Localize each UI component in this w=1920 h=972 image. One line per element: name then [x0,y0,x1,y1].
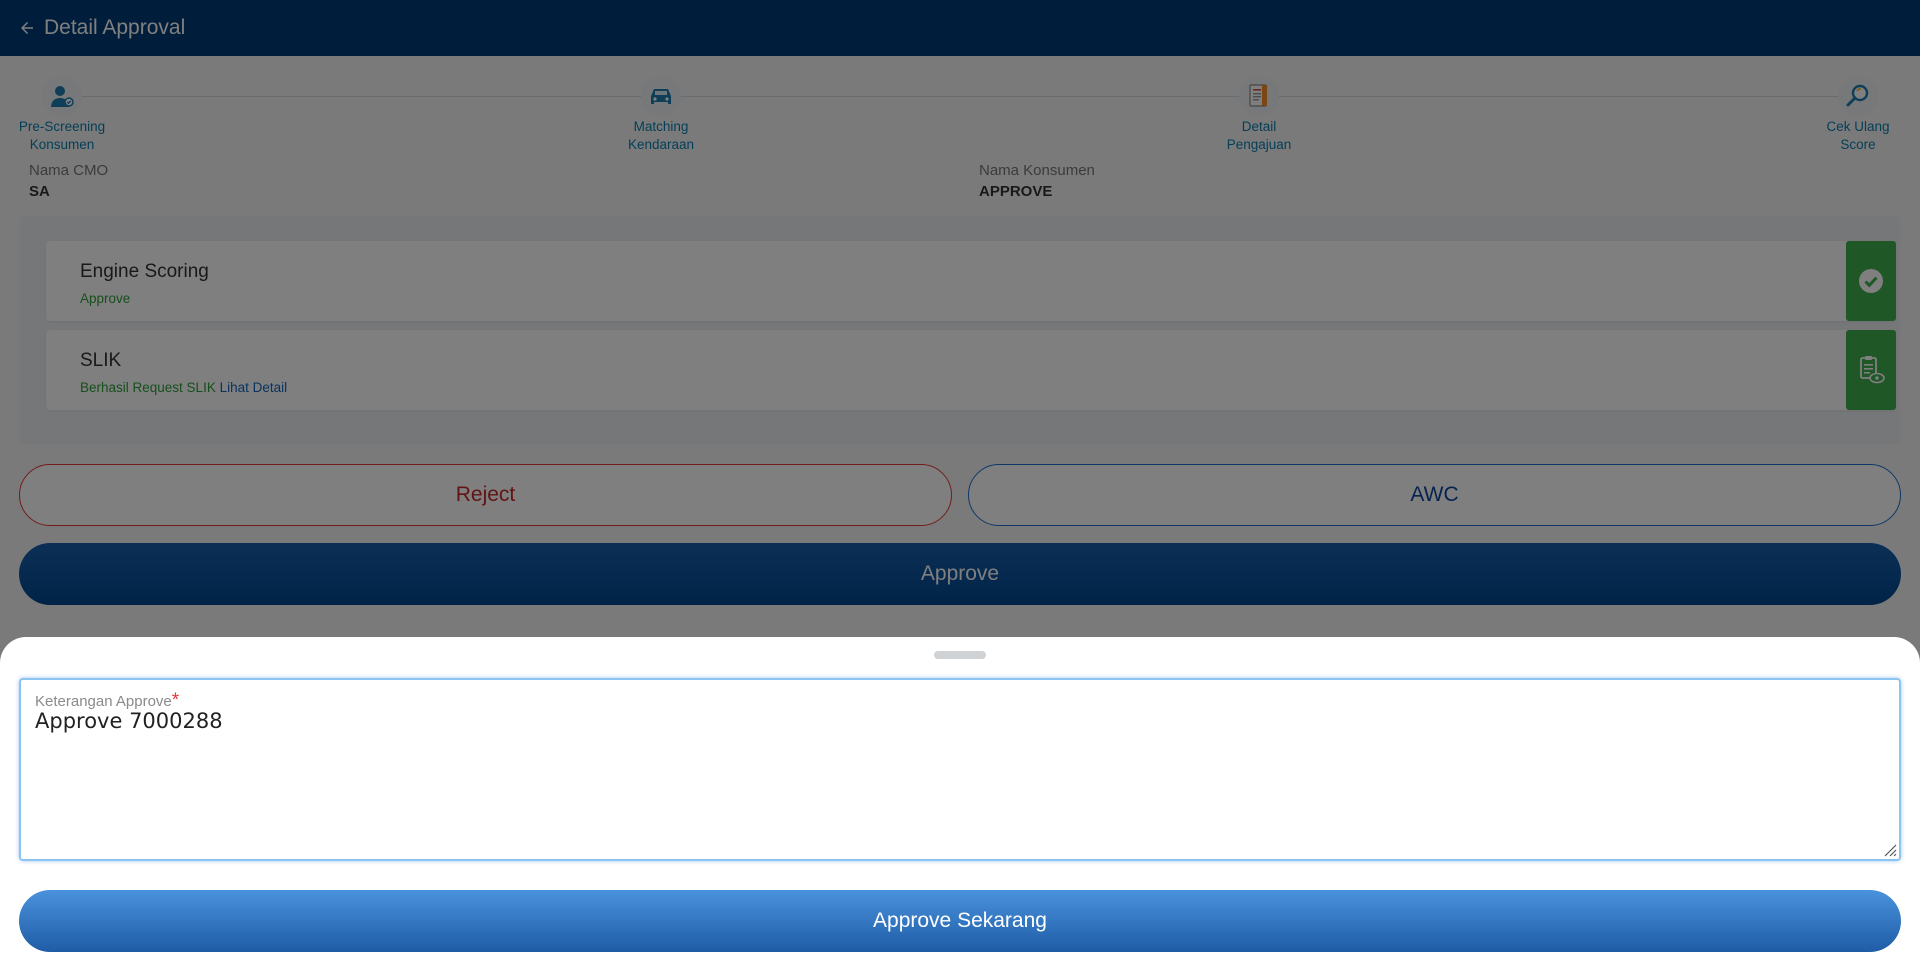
sheet-drag-handle[interactable] [934,651,986,659]
required-mark: * [171,690,180,711]
approve-bottom-sheet: Keterangan Approve* Approve 7000288 Appr… [0,637,1920,972]
resize-grip-icon[interactable] [1881,841,1897,857]
approve-note-value[interactable]: Approve 7000288 [35,709,223,733]
approve-now-button[interactable]: Approve Sekarang [19,890,1901,952]
approve-note-label: Keterangan Approve [35,693,172,710]
approve-note-field[interactable]: Keterangan Approve* Approve 7000288 [19,678,1901,861]
